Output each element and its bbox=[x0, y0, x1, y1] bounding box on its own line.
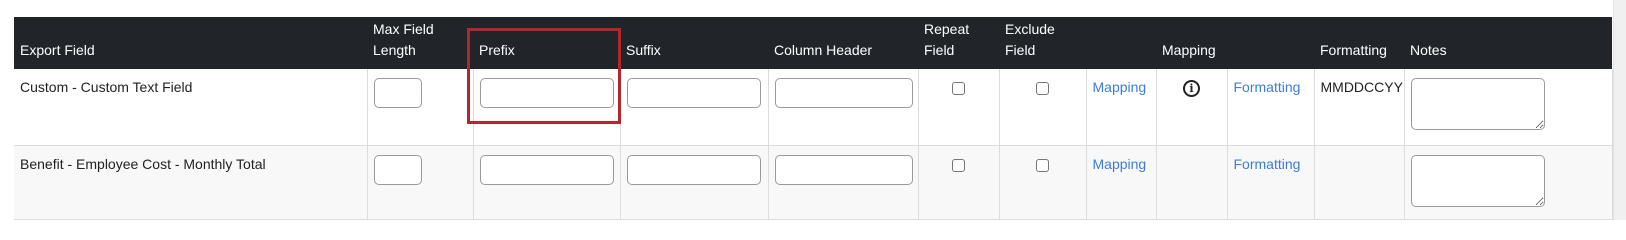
header-blank bbox=[1086, 17, 1156, 69]
repeat-field-cell bbox=[918, 145, 1000, 220]
header-suffix: Suffix bbox=[620, 17, 768, 69]
suffix-cell bbox=[620, 69, 769, 146]
notes-cell bbox=[1404, 69, 1613, 146]
header-column-header: Column Header bbox=[768, 17, 918, 69]
max-field-length-cell bbox=[367, 145, 474, 220]
repeat-field-cell bbox=[918, 69, 1000, 146]
column-header-cell bbox=[768, 145, 919, 220]
formatting-link[interactable]: Formatting bbox=[1234, 79, 1301, 95]
header-blank-2 bbox=[1227, 17, 1314, 69]
header-prefix: Prefix bbox=[473, 17, 620, 69]
header-mapping: Mapping bbox=[1156, 17, 1227, 69]
formatting-value-cell bbox=[1314, 145, 1405, 220]
info-icon[interactable]: i bbox=[1183, 80, 1200, 97]
formatting-link-cell: Formatting bbox=[1227, 69, 1315, 146]
table-row: Benefit - Employee Cost - Monthly Total … bbox=[14, 145, 1613, 220]
header-notes: Notes bbox=[1404, 17, 1612, 69]
repeat-field-checkbox[interactable] bbox=[952, 159, 965, 172]
max-field-length-input[interactable] bbox=[373, 78, 422, 108]
exclude-field-checkbox[interactable] bbox=[1036, 82, 1049, 95]
exclude-field-cell bbox=[999, 69, 1087, 146]
mapping-link[interactable]: Mapping bbox=[1093, 79, 1147, 95]
notes-cell bbox=[1404, 145, 1613, 220]
max-field-length-input[interactable] bbox=[373, 155, 422, 185]
prefix-input[interactable] bbox=[479, 155, 614, 185]
prefix-input[interactable] bbox=[479, 78, 614, 108]
header-max-field-length: Max Field Length bbox=[367, 17, 473, 69]
formatting-link[interactable]: Formatting bbox=[1234, 156, 1301, 172]
max-field-length-cell bbox=[367, 69, 474, 146]
mapping-link[interactable]: Mapping bbox=[1093, 156, 1147, 172]
mapping-link-cell: Mapping bbox=[1086, 145, 1157, 220]
header-repeat-field: Repeat Field bbox=[918, 17, 999, 69]
export-field-cell: Benefit - Employee Cost - Monthly Total bbox=[14, 145, 368, 220]
repeat-field-checkbox[interactable] bbox=[952, 82, 965, 95]
header-exclude-field: Exclude Field bbox=[999, 17, 1086, 69]
prefix-cell bbox=[473, 145, 621, 220]
table-row: Custom - Custom Text Field Mapping i For… bbox=[14, 69, 1613, 146]
header-export-field: Export Field bbox=[14, 17, 367, 69]
formatting-link-cell: Formatting bbox=[1227, 145, 1315, 220]
scrollbar[interactable] bbox=[1613, 0, 1626, 220]
column-header-cell bbox=[768, 69, 919, 146]
column-header-input[interactable] bbox=[774, 155, 913, 185]
mapping-link-cell: Mapping bbox=[1086, 69, 1157, 146]
suffix-input[interactable] bbox=[626, 78, 761, 108]
notes-textarea[interactable] bbox=[1410, 78, 1545, 130]
export-field-cell: Custom - Custom Text Field bbox=[14, 69, 368, 146]
suffix-input[interactable] bbox=[626, 155, 761, 185]
column-header-input[interactable] bbox=[774, 78, 913, 108]
suffix-cell bbox=[620, 145, 769, 220]
table-header-row: Export Field Max Field Length Prefix Suf… bbox=[14, 17, 1612, 69]
notes-textarea[interactable] bbox=[1410, 155, 1545, 207]
exclude-field-cell bbox=[999, 145, 1087, 220]
mapping-info-cell: i bbox=[1156, 69, 1228, 146]
exclude-field-checkbox[interactable] bbox=[1036, 159, 1049, 172]
prefix-cell bbox=[473, 69, 621, 146]
mapping-info-cell bbox=[1156, 145, 1228, 220]
formatting-value-cell: MMDDCCYY bbox=[1314, 69, 1405, 146]
export-fields-table: Export Field Max Field Length Prefix Suf… bbox=[14, 17, 1613, 220]
header-formatting: Formatting bbox=[1314, 17, 1404, 69]
